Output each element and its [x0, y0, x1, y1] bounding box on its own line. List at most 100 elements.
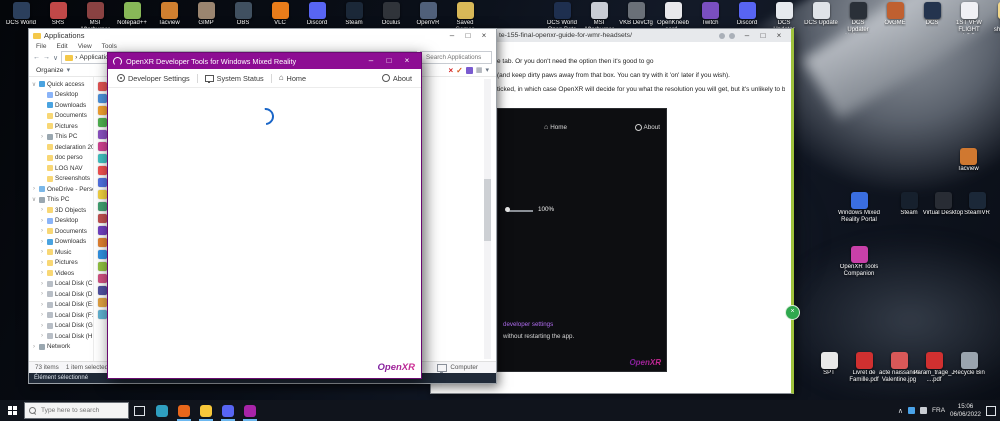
maximize-button[interactable]: □ [380, 53, 398, 69]
minimize-button[interactable]: – [444, 29, 460, 42]
sidebar-item[interactable]: › Documents [29, 226, 93, 237]
sidebar-item[interactable]: › OneDrive - Personal [29, 184, 93, 195]
sidebar-item[interactable]: › Music [29, 247, 93, 258]
minimize-button[interactable]: – [362, 53, 380, 69]
expander-icon[interactable]: › [39, 134, 45, 140]
desktop-icon[interactable]: Windows Mixed Reality Portal [838, 192, 880, 224]
taskbar-clock[interactable]: 15:06 06/06/2022 [950, 403, 981, 418]
sidebar-toggle-button[interactable]: × [785, 305, 800, 320]
file-icon[interactable] [98, 190, 107, 199]
file-icon[interactable] [98, 130, 107, 139]
file-icon[interactable] [98, 94, 107, 103]
file-icon[interactable] [98, 262, 107, 271]
desktop-icon[interactable]: 1ST VFW FLIGHT LOG [952, 2, 986, 34]
expander-icon[interactable]: › [39, 323, 45, 329]
sidebar-item[interactable]: › Local Disk (D:) [29, 289, 93, 300]
close-button[interactable]: × [398, 53, 416, 69]
menu-item[interactable]: Tools [102, 43, 117, 50]
desktop-icon[interactable]: Tacview [947, 148, 989, 173]
file-icon[interactable] [98, 286, 107, 295]
tray-overflow-icon[interactable]: ∧ [898, 407, 903, 415]
maximize-button[interactable]: □ [460, 29, 476, 42]
file-icon[interactable] [98, 154, 107, 163]
scrollbar-thumb[interactable] [484, 179, 491, 241]
desktop-icon[interactable]: Recycle Bin [948, 352, 990, 377]
expander-icon[interactable]: › [39, 249, 45, 255]
sidebar-item[interactable]: Downloads [29, 100, 93, 111]
expander-icon[interactable]: › [39, 302, 45, 308]
volume-tray-icon[interactable] [920, 407, 928, 414]
menu-item[interactable]: View [78, 43, 92, 50]
expander-icon[interactable]: › [39, 270, 45, 276]
expander-icon[interactable]: › [31, 344, 37, 350]
expander-icon[interactable]: ∨ [31, 81, 37, 88]
desktop-icon[interactable]: DCS shortcuts [989, 2, 1000, 34]
openxr-titlebar[interactable]: OpenXR Developer Tools for Windows Mixed… [108, 53, 421, 69]
about-button[interactable]: About [381, 74, 412, 83]
desktop-icon[interactable]: OpenXR Tools Companion app [838, 246, 880, 278]
expander-icon[interactable]: › [31, 186, 37, 192]
cross-toolbar-icon[interactable]: × [448, 66, 453, 75]
file-icon[interactable] [98, 118, 107, 127]
sidebar-item[interactable]: ∨ This PC [29, 195, 93, 206]
organize-button[interactable]: Organize [36, 67, 64, 74]
file-icon[interactable] [98, 214, 107, 223]
sidebar-item[interactable]: LOG NAV [29, 163, 93, 174]
close-button[interactable]: × [771, 29, 787, 42]
expander-icon[interactable]: › [39, 228, 45, 234]
sidebar-item[interactable]: › Local Disk (C:) [29, 279, 93, 290]
start-button[interactable] [0, 400, 24, 421]
desktop-icon[interactable]: SteamVR [956, 192, 998, 217]
expander-icon[interactable]: › [39, 333, 45, 339]
file-icon[interactable] [98, 226, 107, 235]
sidebar-item[interactable]: Screenshots [29, 174, 93, 185]
onedrive-tray-icon[interactable] [908, 407, 916, 414]
expander-icon[interactable]: › [39, 207, 45, 213]
sidebar-item[interactable]: Pictures [29, 121, 93, 132]
sidebar-item[interactable]: › This PC [29, 132, 93, 143]
file-icon[interactable] [98, 106, 107, 115]
browser-url[interactable]: te-155-final-openxr-guide-for-wmr-headse… [499, 32, 719, 39]
file-icon[interactable] [98, 298, 107, 307]
tab-system-status[interactable]: System Status [204, 74, 264, 83]
taskbar-app-button[interactable] [195, 400, 217, 421]
tab-developer-settings[interactable]: Developer Settings [117, 74, 190, 83]
expander-icon[interactable]: › [39, 260, 45, 266]
close-button[interactable]: × [476, 29, 492, 42]
sidebar-item[interactable]: › Downloads [29, 237, 93, 248]
expander-icon[interactable]: › [39, 312, 45, 318]
file-icon[interactable] [98, 142, 107, 151]
sidebar-item[interactable]: › Local Disk (H:) [29, 331, 93, 342]
sidebar-item[interactable]: › Network [29, 342, 93, 353]
menu-item[interactable]: File [36, 43, 46, 50]
minimize-button[interactable]: – [739, 29, 755, 42]
sidebar-item[interactable]: › Videos [29, 268, 93, 279]
file-list-scrollbar[interactable] [484, 79, 491, 359]
sidebar-item[interactable]: › Desktop [29, 216, 93, 227]
file-icon[interactable] [98, 178, 107, 187]
view-grid-icon[interactable]: ▦ [476, 66, 483, 74]
sidebar-item[interactable]: › Pictures [29, 258, 93, 269]
file-icon[interactable] [98, 238, 107, 247]
addon-toolbar-icon[interactable] [465, 66, 473, 74]
sidebar-item[interactable]: Desktop [29, 90, 93, 101]
taskbar-app-button[interactable] [151, 400, 173, 421]
back-icon[interactable]: ← [33, 54, 40, 61]
forward-icon[interactable]: → [43, 54, 50, 61]
desktop-icon[interactable]: OvGME [878, 2, 912, 34]
expander-icon[interactable]: ∨ [31, 196, 37, 203]
taskbar-app-button[interactable] [217, 400, 239, 421]
browser-menu-icon[interactable] [729, 32, 735, 39]
file-icon[interactable] [98, 310, 107, 319]
sidebar-item[interactable]: › 3D Objects [29, 205, 93, 216]
taskbar-app-button[interactable] [239, 400, 261, 421]
expander-icon[interactable]: › [39, 281, 45, 287]
desktop-icon[interactable]: DCS [915, 2, 949, 34]
file-icon[interactable] [98, 202, 107, 211]
sidebar-item[interactable]: ∨ Quick access [29, 79, 93, 90]
sidebar-item[interactable]: › Local Disk (F:) [29, 310, 93, 321]
file-icon[interactable] [98, 250, 107, 259]
language-indicator[interactable]: FRA [932, 407, 945, 414]
file-icon[interactable] [98, 274, 107, 283]
sidebar-item[interactable]: › Local Disk (E:) [29, 300, 93, 311]
